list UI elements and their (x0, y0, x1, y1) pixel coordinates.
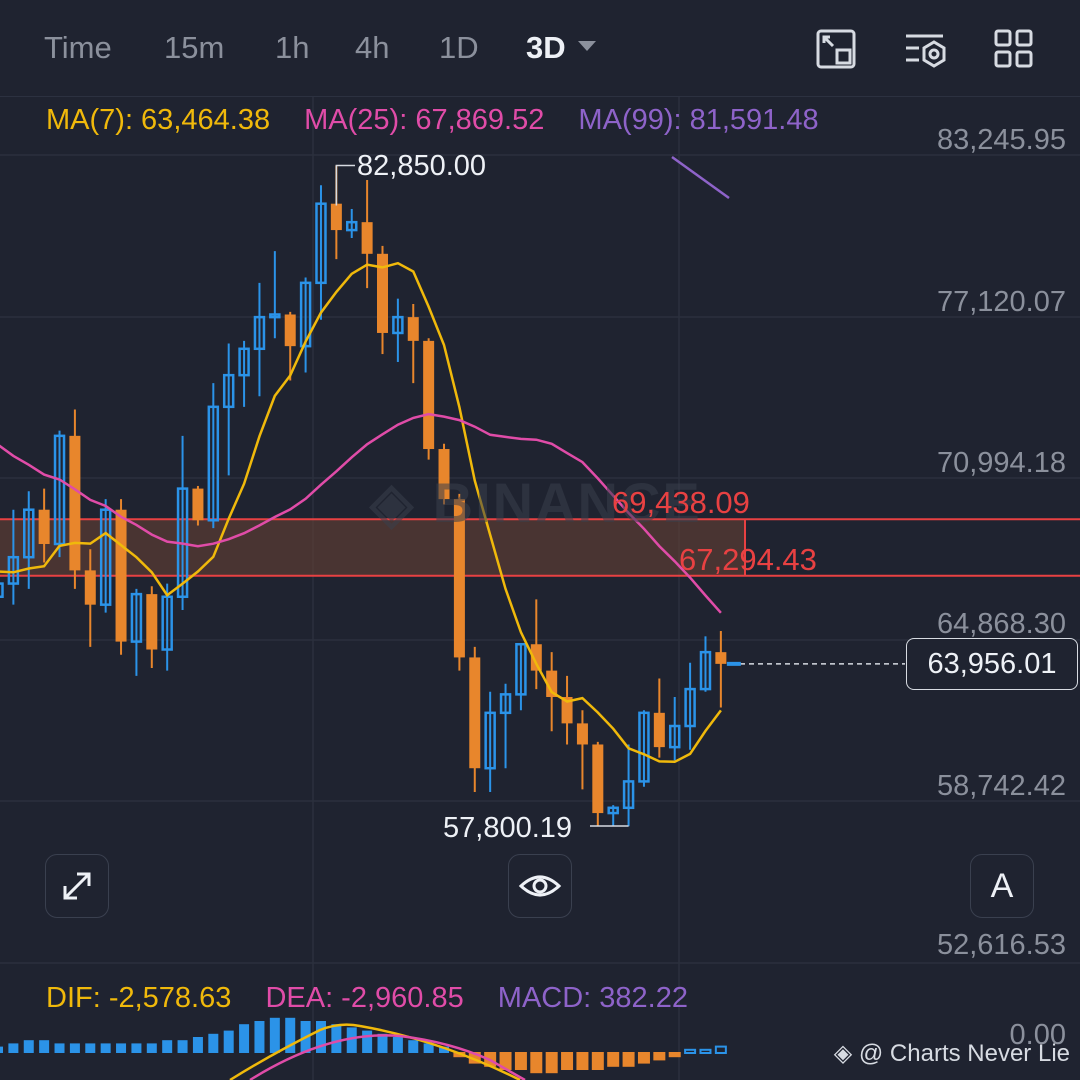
binance-logo-icon: ◈ (833, 1040, 859, 1067)
expand-icon (63, 872, 91, 900)
timeframe-time[interactable]: Time (44, 30, 112, 66)
macd-bar (39, 1040, 50, 1053)
macd-legend: DIF: -2,578.63 DEA: -2,960.85 MACD: 382.… (46, 982, 714, 1015)
zone-lower-label: 67,294.43 (679, 542, 817, 577)
macd-bar (131, 1043, 142, 1053)
macd-bar (607, 1052, 620, 1067)
macd-bar (668, 1052, 681, 1058)
macd-bar (192, 1037, 203, 1053)
eye-icon (518, 875, 562, 897)
timeframe-3d[interactable]: 3D (526, 30, 596, 66)
zone-upper-label: 69,438.09 (612, 485, 750, 520)
macd-bar (146, 1043, 157, 1053)
macd-bar (576, 1052, 589, 1070)
macd-bar (637, 1052, 650, 1064)
layout-grid-icon[interactable] (993, 28, 1035, 70)
y-tick-label: 70,994.18 (936, 447, 1066, 479)
candle-body (407, 317, 419, 341)
current-price-tag[interactable]: 63,956.01 (906, 638, 1078, 690)
candle-body (715, 652, 727, 664)
macd-bar (653, 1052, 666, 1061)
y-tick-label: 58,742.42 (936, 770, 1066, 802)
macd-bar (116, 1043, 127, 1053)
macd-bar (239, 1024, 250, 1053)
ma25-value: MA(25): 67,869.52 (304, 104, 545, 136)
high-marker-line (335, 164, 355, 206)
macd-bar (0, 1046, 3, 1053)
ma99-line (671, 155, 730, 200)
macd-bar (622, 1052, 635, 1067)
candle-body (146, 594, 158, 650)
macd-bar (331, 1024, 342, 1053)
expand-button[interactable] (45, 854, 109, 918)
visibility-button[interactable] (508, 854, 572, 918)
low-price-label: 57,800.19 (443, 812, 573, 844)
credit-watermark: ◈ @ Charts Never Lie (834, 1039, 1070, 1068)
timeframe-4h[interactable]: 4h (355, 30, 389, 66)
candle-body (284, 314, 296, 347)
macd-bar (514, 1052, 527, 1070)
macd-bar (591, 1052, 604, 1070)
macd-bar (699, 1048, 712, 1055)
timeframe-1h[interactable]: 1h (275, 30, 309, 66)
candle-body (192, 488, 204, 521)
candle-body (115, 509, 127, 642)
credit-text: @ Charts Never Lie (858, 1040, 1070, 1067)
auto-scale-button[interactable]: A (970, 854, 1034, 918)
current-price-marker (726, 661, 741, 666)
candle-body (469, 657, 481, 769)
high-price-label: 82,850.00 (357, 150, 487, 182)
candle-body (0, 582, 4, 599)
candle-body (576, 723, 588, 745)
timeframe-15m[interactable]: 15m (164, 30, 224, 66)
candle-body (653, 712, 665, 748)
ma99-value: MA(99): 81,591.48 (578, 104, 819, 136)
candle-body (84, 570, 96, 605)
ma-legend: MA(7): 63,464.38 MA(25): 67,869.52 MA(99… (46, 104, 845, 137)
candle-body (361, 222, 373, 254)
indicator-settings-icon[interactable] (903, 28, 946, 70)
candle-body (592, 744, 604, 814)
macd-bar (23, 1040, 34, 1053)
chevron-down-icon (577, 40, 596, 51)
y-tick-label: 77,120.07 (936, 286, 1066, 318)
macd-bar (54, 1043, 65, 1053)
macd-bar (85, 1043, 96, 1053)
ma7-value: MA(7): 63,464.38 (46, 104, 271, 136)
macd-bar (8, 1043, 19, 1053)
macd-bar (269, 1017, 280, 1053)
candle-body (69, 435, 81, 571)
candle-body (38, 509, 50, 544)
macd-bar (162, 1040, 173, 1053)
candle-body (423, 340, 435, 450)
timeframe-1d[interactable]: 1D (439, 30, 479, 66)
macd-bar (408, 1040, 419, 1053)
timeframe-3d-label: 3D (526, 30, 566, 65)
macd-bar (208, 1033, 219, 1053)
timeframe-toolbar: Time 15m 1h 4h 1D 3D (0, 0, 1080, 97)
fullscreen-exit-icon[interactable] (815, 28, 857, 70)
macd-bar (530, 1052, 543, 1074)
macd-bar (254, 1021, 265, 1053)
macd-bar (69, 1043, 80, 1053)
dif-value: DIF: -2,578.63 (46, 982, 232, 1014)
macd-bar (100, 1043, 111, 1053)
macd-bar (392, 1037, 403, 1053)
macd-bar (561, 1052, 574, 1070)
macd-value: MACD: 382.22 (497, 982, 688, 1014)
macd-bar (177, 1040, 188, 1053)
macd-bar (684, 1048, 697, 1055)
macd-bar (362, 1030, 373, 1053)
y-tick-label: 64,868.30 (936, 608, 1066, 640)
y-tick-label: 83,245.95 (936, 124, 1066, 156)
macd-bar (545, 1052, 558, 1074)
dea-value: DEA: -2,960.85 (265, 982, 464, 1014)
macd-bar (223, 1030, 234, 1053)
macd-bar (714, 1045, 727, 1054)
y-tick-label: 52,616.53 (936, 929, 1066, 961)
candlestick-chart[interactable] (0, 0, 1080, 1080)
candle-body (330, 203, 342, 231)
